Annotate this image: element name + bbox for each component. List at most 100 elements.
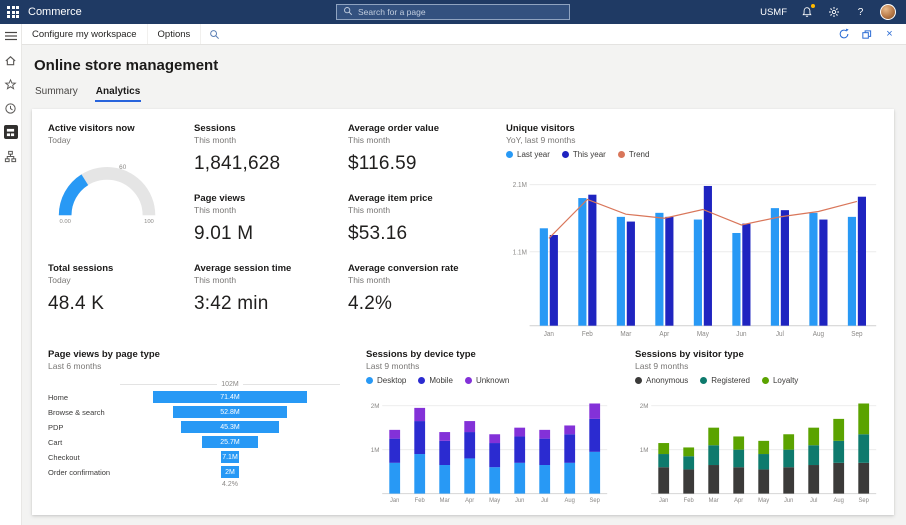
funnel-conversion-label: 4.2% — [120, 481, 340, 488]
funnel-category-label: Order confirmation — [48, 468, 120, 477]
svg-text:Jun: Jun — [515, 498, 524, 504]
kpi-average-order-value: Average order value This month $116.59 — [348, 123, 494, 193]
funnel-bar[interactable]: 71.4M — [153, 391, 307, 403]
funnel-row: Checkout 7.1M — [48, 451, 340, 463]
svg-text:Jan: Jan — [659, 498, 668, 504]
help-icon[interactable]: ? — [853, 5, 868, 20]
app-name[interactable]: Commerce — [28, 6, 82, 18]
notifications-bell-icon[interactable] — [799, 5, 814, 20]
svg-text:May: May — [758, 498, 769, 504]
funnel-category-label: Checkout — [48, 453, 120, 462]
configure-workspace-button[interactable]: Configure my workspace — [22, 24, 148, 44]
funnel-bar[interactable]: 52.8M — [173, 406, 287, 418]
legend-label: Mobile — [429, 376, 453, 385]
home-icon[interactable] — [4, 53, 18, 67]
modules-hierarchy-icon[interactable] — [4, 149, 18, 163]
chart-plot-area[interactable]: 2.1M1.1MJanFebMarAprMayJunJulAugSep — [506, 163, 878, 339]
legend-anonymous[interactable]: Anonymous — [635, 376, 688, 385]
funnel-bar[interactable]: 45.3M — [181, 421, 279, 433]
legend-this-year[interactable]: This year — [562, 150, 606, 159]
chart-plot-area[interactable]: 102MHome71.4MBrowse & search52.8MPDP45.3… — [48, 375, 340, 505]
company-picker[interactable]: USMF — [760, 7, 787, 18]
legend-registered[interactable]: Registered — [700, 376, 750, 385]
legend-desktop[interactable]: Desktop — [366, 376, 406, 385]
svg-text:Jun: Jun — [736, 331, 746, 338]
chart-plot-area[interactable]: 2M1MJanFebMarAprMayJunJulAugSep — [366, 389, 609, 505]
open-in-new-window-icon[interactable] — [858, 26, 875, 42]
tab-summary[interactable]: Summary — [34, 84, 79, 102]
svg-text:2M: 2M — [371, 403, 380, 410]
kpi-value: 48.4 K — [48, 293, 190, 315]
svg-text:2M: 2M — [640, 403, 649, 410]
settings-gear-icon[interactable] — [826, 5, 841, 20]
funnel-bar[interactable]: 7.1M — [221, 451, 239, 463]
chart-plot-area[interactable]: 2M1MJanFebMarAprMayJunJulAugSep — [635, 389, 878, 505]
svg-text:Apr: Apr — [465, 498, 474, 504]
active-visitors-gauge[interactable]: 600.00100 — [48, 149, 170, 225]
recent-clock-icon[interactable] — [4, 101, 18, 115]
funnel-bar[interactable]: 25.7M — [202, 436, 257, 448]
kpi-title: Page views — [194, 193, 344, 204]
legend-dot — [700, 377, 707, 384]
options-button[interactable]: Options — [148, 24, 202, 44]
legend-label: Desktop — [377, 376, 406, 385]
legend-label: Trend — [629, 150, 650, 159]
close-icon[interactable]: × — [881, 26, 898, 42]
legend-label: Unknown — [476, 376, 509, 385]
svg-text:Aug: Aug — [813, 331, 824, 338]
svg-text:Feb: Feb — [415, 498, 426, 504]
svg-text:Sep: Sep — [851, 331, 862, 338]
funnel-bar[interactable]: 2M — [221, 466, 239, 478]
kpi-subtitle: This month — [348, 135, 494, 145]
kpi-value: $53.16 — [348, 223, 494, 245]
kpi-total-sessions: Total sessions Today 48.4 K — [48, 263, 190, 339]
workspace-search-icon[interactable] — [201, 24, 227, 44]
kpi-subtitle: This month — [194, 205, 344, 215]
legend-dot — [635, 377, 642, 384]
svg-text:Mar: Mar — [440, 498, 450, 504]
legend-trend[interactable]: Trend — [618, 150, 650, 159]
legend-dot — [762, 377, 769, 384]
global-search[interactable] — [336, 4, 570, 20]
legend-last-year[interactable]: Last year — [506, 150, 550, 159]
current-workspace-icon[interactable] — [4, 125, 18, 139]
app-launcher-icon[interactable] — [7, 6, 19, 18]
sessions-by-device-type-chart: Sessions by device type Last 9 months De… — [366, 349, 609, 505]
chart-subtitle: Last 9 months — [635, 361, 878, 371]
kpi-subtitle: This month — [348, 275, 494, 285]
legend-label: Loyalty — [773, 376, 798, 385]
kpi-title: Total sessions — [48, 263, 190, 274]
refresh-icon[interactable] — [835, 26, 852, 42]
chart-subtitle: Last 9 months — [366, 361, 609, 371]
kpi-sessions: Sessions This month 1,841,628 — [194, 123, 344, 193]
legend-dot — [562, 151, 569, 158]
legend-loyalty[interactable]: Loyalty — [762, 376, 798, 385]
funnel-max-scale: 102M — [120, 381, 340, 388]
chart-subtitle: Last 6 months — [48, 361, 340, 371]
main-content: Online store management Summary Analytic… — [22, 45, 906, 525]
svg-text:Jul: Jul — [810, 498, 817, 504]
search-input[interactable] — [358, 7, 563, 17]
app-header: Commerce USMF ? — [0, 0, 906, 24]
kpi-title: Active visitors now — [48, 123, 190, 134]
svg-text:Sep: Sep — [859, 498, 870, 504]
menu-hamburger-icon[interactable] — [4, 29, 18, 43]
kpi-title: Average item price — [348, 193, 494, 204]
page-views-by-page-type-chart: Page views by page type Last 6 months 10… — [48, 349, 340, 505]
kpi-value: 4.2% — [348, 293, 494, 315]
funnel-category-label: Home — [48, 393, 120, 402]
kpi-active-visitors: Active visitors now Today 600.00100 — [48, 123, 190, 263]
legend-unknown[interactable]: Unknown — [465, 376, 509, 385]
funnel-category-label: PDP — [48, 423, 120, 432]
svg-text:Feb: Feb — [582, 331, 593, 338]
legend-mobile[interactable]: Mobile — [418, 376, 453, 385]
tab-analytics[interactable]: Analytics — [95, 84, 141, 102]
kpi-title: Sessions — [194, 123, 344, 134]
user-avatar[interactable] — [880, 4, 896, 20]
legend-dot — [506, 151, 513, 158]
legend-dot — [618, 151, 625, 158]
kpi-value: 1,841,628 — [194, 153, 344, 175]
kpi-subtitle: This month — [194, 275, 344, 285]
legend-label: Registered — [711, 376, 750, 385]
favorites-star-icon[interactable] — [4, 77, 18, 91]
